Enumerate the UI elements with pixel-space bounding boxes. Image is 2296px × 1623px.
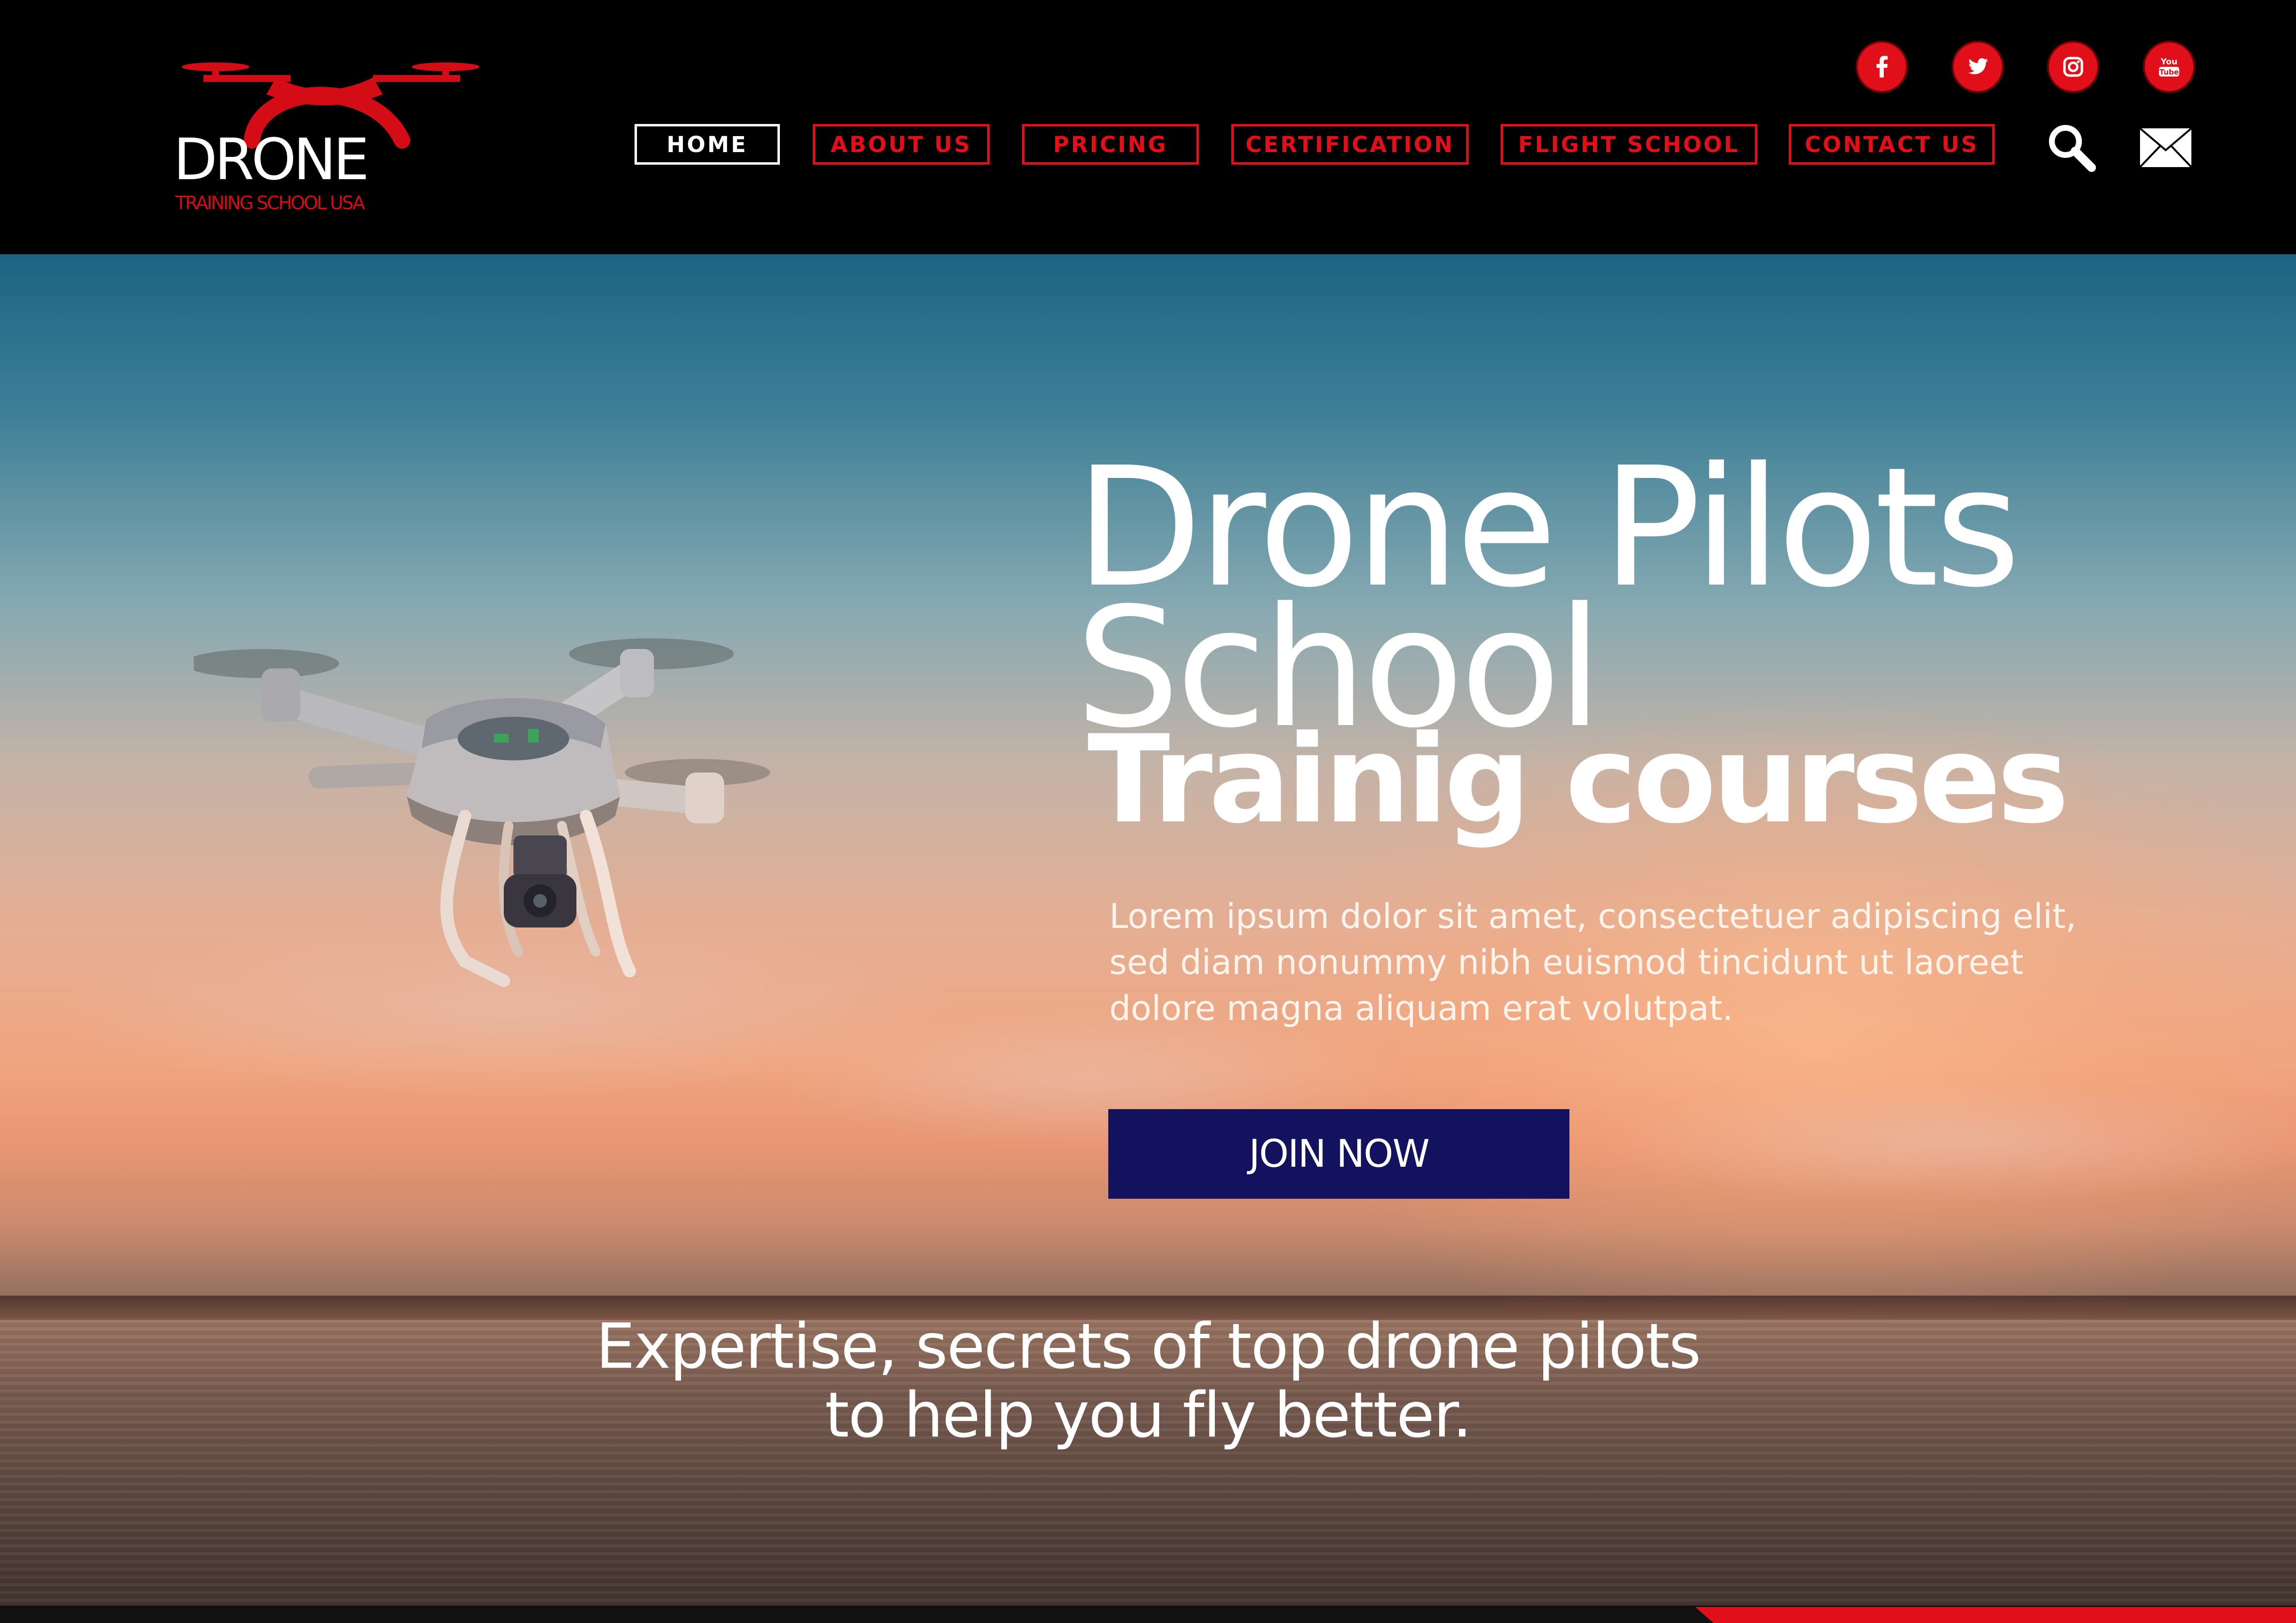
footer-accent: [1695, 1607, 2296, 1623]
nav-home[interactable]: HOME: [635, 124, 780, 165]
instagram-icon[interactable]: [2049, 43, 2097, 91]
logo[interactable]: DRONE TRAINING SCHOOL USA: [170, 48, 480, 223]
svg-text:Tube: Tube: [2159, 68, 2179, 77]
hero-subtitle: Trainig courses: [1087, 709, 2069, 850]
tagline-line-2: to help you fly better.: [824, 1379, 1472, 1452]
logo-wordmark: DRONE: [173, 126, 370, 193]
nav-contact-us[interactable]: CONTACT US: [1789, 124, 1995, 165]
nav-pricing[interactable]: PRICING: [1022, 124, 1199, 165]
search-icon[interactable]: [2045, 121, 2098, 174]
facebook-icon[interactable]: [1858, 43, 1906, 91]
page: DRONE TRAINING SCHOOL USA HOME ABOUT US …: [0, 0, 2296, 1623]
site-header: DRONE TRAINING SCHOOL USA HOME ABOUT US …: [0, 0, 2296, 254]
nav-certification[interactable]: CERTIFICATION: [1231, 124, 1469, 165]
hero-section: Drone Pilots School Trainig courses Lore…: [0, 254, 2296, 1606]
twitter-icon[interactable]: [1954, 43, 2002, 91]
hero-tagline: Expertise, secrets of top drone pilots t…: [0, 1313, 2296, 1450]
youtube-icon[interactable]: You Tube: [2145, 43, 2193, 91]
hero-title: Drone Pilots School: [1075, 446, 2021, 751]
tagline-line-1: Expertise, secrets of top drone pilots: [596, 1311, 1701, 1383]
mail-icon[interactable]: [2139, 127, 2193, 169]
hero-description: Lorem ipsum dolor sit amet, consectetuer…: [1109, 897, 2077, 1028]
join-now-button[interactable]: JOIN NOW: [1108, 1109, 1569, 1199]
nav-about-us[interactable]: ABOUT US: [813, 124, 990, 165]
logo-subtitle: TRAINING SCHOOL USA: [175, 192, 365, 214]
nav-flight-school[interactable]: FLIGHT SCHOOL: [1501, 124, 1757, 165]
cloud: [1598, 1078, 2296, 1204]
drone-image: [194, 638, 770, 987]
svg-text:You: You: [2160, 57, 2178, 67]
